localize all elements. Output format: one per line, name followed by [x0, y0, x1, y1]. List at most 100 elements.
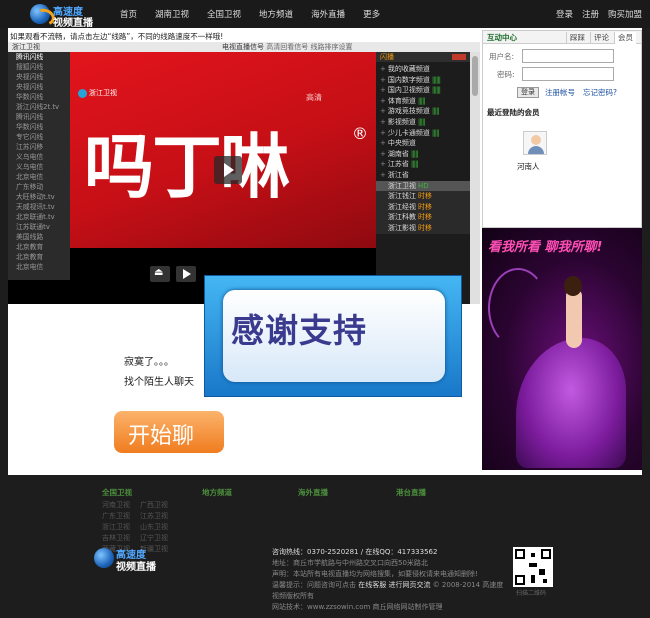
- signal-label[interactable]: 电视直播信号: [222, 43, 264, 51]
- category-item[interactable]: + 国内数字频道 ||||||: [376, 75, 470, 86]
- register-account-link[interactable]: 注册帐号: [545, 87, 575, 98]
- line-item[interactable]: 北京联通t.tv: [8, 212, 70, 222]
- line-item[interactable]: 大旺移动t.tv: [8, 192, 70, 202]
- tab-members[interactable]: 会员: [614, 32, 636, 44]
- chat-ad-banner[interactable]: 看我所看 聊我所聊!: [482, 228, 642, 470]
- expand-icon[interactable]: +: [380, 160, 386, 168]
- category-item[interactable]: + 江苏省 |||||: [376, 159, 470, 170]
- nav-item-overseas[interactable]: 海外直播: [311, 8, 345, 20]
- category-item[interactable]: + 浙江省: [376, 170, 470, 181]
- channel-item[interactable]: 浙江卫视 HD: [376, 180, 470, 192]
- footer-link[interactable]: 河南卫视: [102, 500, 140, 510]
- close-list-button[interactable]: [452, 54, 466, 60]
- footer-col-national: 全国卫视 河南卫视 广西卫视 广东卫视 江苏卫视 浙江卫视 山东卫视 吉林卫视 辽宁卫视 西藏卫…: [102, 487, 178, 554]
- line-item[interactable]: 腾讯闪线: [8, 52, 70, 62]
- expand-icon[interactable]: +: [380, 129, 386, 137]
- member-name[interactable]: 河南人: [517, 161, 540, 172]
- forgot-password-link[interactable]: 忘记密码?: [583, 87, 617, 98]
- category-item[interactable]: + 中央频道: [376, 138, 470, 149]
- line-item[interactable]: 央视闪线: [8, 82, 70, 92]
- footer-link[interactable]: 广东卫视: [102, 511, 140, 521]
- footer-link[interactable]: 辽宁卫视: [140, 533, 178, 543]
- footer-link[interactable]: 山东卫视: [140, 522, 178, 532]
- line-item[interactable]: 华数闪线: [8, 122, 70, 132]
- video-frame[interactable]: 浙江卫视 高清 吗丁啉 ®: [70, 52, 376, 248]
- line-item[interactable]: 专它闪线: [8, 132, 70, 142]
- channel-item[interactable]: 浙江科教 时移: [376, 212, 470, 223]
- expand-icon[interactable]: +: [380, 97, 386, 105]
- footer-logo-globe-icon: [94, 548, 114, 568]
- line-item[interactable]: 美国线路: [8, 232, 70, 242]
- nav-item-more[interactable]: 更多: [363, 8, 380, 20]
- category-item[interactable]: + 体育频道 |||||: [376, 96, 470, 107]
- category-item[interactable]: + 游戏竞技频道 |||||: [376, 106, 470, 117]
- scrollbar[interactable]: [470, 52, 480, 304]
- line-item[interactable]: 北京教育: [8, 252, 70, 262]
- line-item[interactable]: 义乌电信: [8, 162, 70, 172]
- start-chat-button[interactable]: 开始聊: [114, 411, 224, 453]
- line-item[interactable]: 江苏联通tv: [8, 222, 70, 232]
- category-item[interactable]: + 湖南省 |||||: [376, 149, 470, 160]
- expand-icon[interactable]: +: [380, 139, 386, 147]
- nav-item-home[interactable]: 首页: [120, 8, 137, 20]
- avatar[interactable]: [523, 131, 547, 155]
- expand-icon[interactable]: +: [380, 76, 386, 84]
- channel-item[interactable]: 浙江钱江 时移: [376, 191, 470, 202]
- password-label: 密码:: [497, 70, 515, 79]
- category-item[interactable]: + 国内卫视频道 ||||||: [376, 85, 470, 96]
- expand-icon[interactable]: +: [380, 86, 386, 94]
- channel-item[interactable]: 浙江影视 时移: [376, 222, 470, 234]
- footer-col-title[interactable]: 港台直播: [396, 487, 426, 498]
- line-item[interactable]: 广东移动: [8, 182, 70, 192]
- login-link[interactable]: 登录: [556, 8, 573, 20]
- footer-info: 咨询热线：0370-2520281 / 在线QQ：417333562 地址：商丘…: [272, 547, 504, 613]
- expand-icon[interactable]: +: [380, 150, 386, 158]
- footer-logo[interactable]: 高速度 视频直播: [94, 546, 164, 573]
- franchise-link[interactable]: 购买加盟: [608, 8, 642, 20]
- eject-icon[interactable]: [150, 266, 170, 282]
- line-item[interactable]: 北京教育: [8, 242, 70, 252]
- line-item[interactable]: 腾讯闪线: [8, 112, 70, 122]
- line-item[interactable]: 搜狐闪线: [8, 62, 70, 72]
- footer-col-title[interactable]: 海外直播: [298, 487, 328, 498]
- tab-comments[interactable]: 评论: [590, 32, 612, 44]
- player-info: 电视直播信号 高清回看信号 线路排序设置: [222, 42, 352, 52]
- line-item[interactable]: 央视闪线: [8, 72, 70, 82]
- site-logo[interactable]: 高速度 视频直播: [30, 3, 102, 29]
- footer-link[interactable]: 江苏卫视: [140, 511, 178, 521]
- expand-icon[interactable]: +: [380, 118, 386, 126]
- footer-col-title[interactable]: 全国卫视: [102, 487, 178, 498]
- nav-item-local[interactable]: 地方频道: [259, 8, 293, 20]
- expand-icon[interactable]: +: [380, 107, 386, 115]
- category-item[interactable]: + 影视频道 |||||: [376, 117, 470, 128]
- category-item[interactable]: + 少儿卡通频道 |||||: [376, 128, 470, 139]
- recent-members-title: 最近登陆的会员: [487, 108, 540, 117]
- username-input[interactable]: [522, 49, 614, 63]
- online-service-link[interactable]: 在线客服 进行网页交流: [358, 581, 430, 589]
- line-item[interactable]: 义乌电信: [8, 152, 70, 162]
- play-overlay-icon[interactable]: [214, 156, 242, 184]
- footer-link[interactable]: 吉林卫视: [102, 533, 140, 543]
- expand-icon[interactable]: +: [380, 171, 386, 179]
- line-item[interactable]: 江苏闪移: [8, 142, 70, 152]
- footer-col-title[interactable]: 地方频道: [202, 487, 232, 498]
- channel-item[interactable]: 浙江经视 时移: [376, 201, 470, 213]
- register-link[interactable]: 注册: [582, 8, 599, 20]
- play-icon[interactable]: [176, 266, 196, 282]
- line-item[interactable]: 北京电信: [8, 172, 70, 182]
- line-item[interactable]: 浙江闪线2t.tv: [8, 102, 70, 112]
- footer-link[interactable]: 浙江卫视: [102, 522, 140, 532]
- tab-step[interactable]: 踩踩: [566, 32, 588, 44]
- footer-link[interactable]: 广西卫视: [140, 500, 178, 510]
- scrollbar-thumb[interactable]: [472, 56, 478, 96]
- expand-icon[interactable]: +: [380, 65, 386, 73]
- login-button[interactable]: 登录: [517, 87, 539, 98]
- nav-item-national[interactable]: 全国卫视: [207, 8, 241, 20]
- nav-item-hunan[interactable]: 湖南卫视: [155, 8, 189, 20]
- password-input[interactable]: [522, 67, 614, 81]
- line-item[interactable]: 北京电信: [8, 262, 70, 272]
- signal-options[interactable]: 高清回看信号 线路排序设置: [266, 43, 352, 51]
- line-item[interactable]: 天威视讯t.tv: [8, 202, 70, 212]
- line-item[interactable]: 华数闪线: [8, 92, 70, 102]
- category-item[interactable]: + 我的收藏频道: [376, 64, 470, 75]
